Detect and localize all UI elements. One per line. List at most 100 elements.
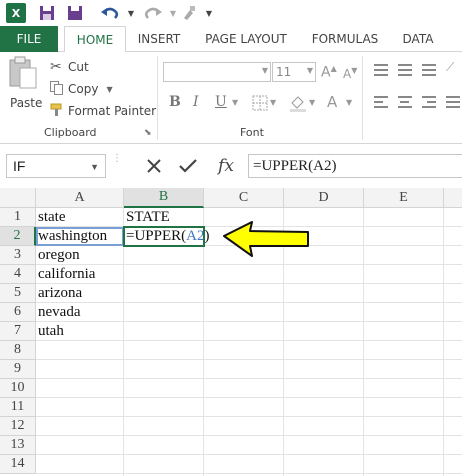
name-box[interactable]: IF ▼	[6, 154, 106, 178]
align-center-icon[interactable]	[398, 96, 412, 111]
select-all-button[interactable]	[0, 188, 36, 208]
formula-input[interactable]: =UPPER(A2)	[248, 154, 462, 178]
cell-a1[interactable]: state	[36, 208, 124, 227]
fill-color-icon[interactable]	[289, 94, 307, 116]
cancel-icon[interactable]	[142, 154, 166, 178]
cell-b1[interactable]: STATE	[124, 208, 204, 227]
borders-dropdown-icon[interactable]: ▼	[270, 98, 276, 107]
chevron-down-icon: ▼	[306, 66, 313, 75]
decrease-indent-icon[interactable]	[446, 96, 460, 111]
column-header-e[interactable]: E	[364, 188, 444, 208]
cell-a2[interactable]: washington	[36, 227, 124, 246]
decrease-font-icon[interactable]: A▼	[343, 66, 357, 81]
row-header-14[interactable]: 14	[0, 455, 36, 474]
font-size-dropdown[interactable]: 11 ▼	[272, 62, 316, 82]
formula-bar: IF ▼ ⋮ fx =UPPER(A2)	[0, 150, 462, 182]
group-divider	[362, 56, 363, 140]
paste-label: Paste	[10, 96, 43, 110]
format-painter-label: Format Painter	[68, 104, 157, 118]
font-name-dropdown[interactable]: ▼	[163, 62, 271, 82]
cell-b2-formula-reference: A2	[186, 228, 205, 244]
font-color-dropdown-icon[interactable]: ▼	[346, 98, 352, 107]
touch-mode-icon[interactable]	[178, 3, 200, 23]
copy-dropdown-icon[interactable]: ▼	[106, 85, 112, 94]
worksheet-grid: A B C D E 1 2 3 4 5 6 7 8 9 10 11 12 13 …	[0, 188, 462, 476]
row-header-7[interactable]: 7	[0, 322, 36, 341]
ribbon-home: Paste ✂ Cut Copy ▼ Format Painter Clipbo…	[0, 52, 462, 144]
row-header-13[interactable]: 13	[0, 436, 36, 455]
enter-check-icon[interactable]	[176, 154, 200, 178]
undo-icon[interactable]	[96, 3, 124, 23]
row-header-3[interactable]: 3	[0, 246, 36, 265]
italic-icon[interactable]: I	[193, 94, 199, 110]
tab-file[interactable]: FILE	[0, 26, 58, 52]
redo-icon[interactable]	[140, 3, 166, 23]
scissors-icon: ✂	[50, 59, 62, 75]
paste-button[interactable]: Paste	[8, 56, 42, 112]
middle-align-icon[interactable]	[398, 64, 412, 79]
excel-logo-icon: X	[6, 3, 26, 23]
clipboard-group-label: Clipboard	[44, 126, 97, 139]
row-header-4[interactable]: 4	[0, 265, 36, 284]
cell-a3[interactable]: oregon	[36, 246, 124, 265]
insert-function-icon[interactable]: fx	[212, 154, 240, 178]
column-header-a[interactable]: A	[36, 188, 124, 208]
undo-dropdown-icon[interactable]: ▼	[126, 3, 136, 23]
tab-formulas[interactable]: FORMULAS	[305, 26, 385, 52]
cell-b2-formula-prefix: =UPPER(	[126, 228, 187, 244]
cut-label: Cut	[68, 60, 89, 74]
paintbrush-icon	[50, 103, 68, 120]
cut-button[interactable]: ✂ Cut	[50, 57, 89, 77]
fill-color-dropdown-icon[interactable]: ▼	[309, 98, 315, 107]
font-size-value: 11	[276, 65, 292, 79]
annotation-arrow-icon	[223, 221, 309, 257]
tab-page-layout[interactable]: PAGE LAYOUT	[200, 26, 292, 52]
cell-a5[interactable]: arizona	[36, 284, 124, 303]
increase-font-icon[interactable]: A▲	[321, 64, 337, 81]
font-color-icon[interactable]: A	[327, 93, 337, 111]
row-header-8[interactable]: 8	[0, 341, 36, 360]
row-header-1[interactable]: 1	[0, 208, 36, 227]
orientation-icon[interactable]: ⟋	[446, 60, 454, 75]
column-header-c[interactable]: C	[204, 188, 284, 208]
tab-insert[interactable]: INSERT	[134, 26, 184, 52]
redo-dropdown-icon[interactable]: ▼	[168, 3, 178, 23]
row-header-2[interactable]: 2	[0, 227, 36, 246]
tab-home[interactable]: HOME	[64, 26, 126, 53]
clipboard-launcher-icon[interactable]: ⬊	[144, 128, 152, 138]
cell-a4[interactable]: california	[36, 265, 124, 284]
cell-b2[interactable]: =UPPER(A2)	[123, 226, 209, 247]
chevron-down-icon: ▼	[261, 66, 268, 75]
row-header-6[interactable]: 6	[0, 303, 36, 322]
copy-label: Copy	[68, 82, 99, 96]
borders-icon[interactable]	[252, 95, 268, 115]
format-painter-button[interactable]: Format Painter	[50, 101, 156, 121]
customize-toolbar-icon[interactable]: ▼	[204, 3, 214, 23]
underline-dropdown-icon[interactable]: ▼	[232, 98, 238, 107]
underline-icon[interactable]: U	[215, 94, 227, 110]
row-header-10[interactable]: 10	[0, 379, 36, 398]
row-header-11[interactable]: 11	[0, 398, 36, 417]
save-as-icon[interactable]	[64, 3, 86, 23]
ribbon-tabs: FILE HOME INSERT PAGE LAYOUT FORMULAS DA…	[0, 26, 462, 53]
bottom-align-icon[interactable]	[422, 64, 436, 79]
bold-icon[interactable]: B	[169, 94, 181, 110]
row-header-12[interactable]: 12	[0, 417, 36, 436]
align-right-icon[interactable]	[422, 96, 436, 111]
copy-button[interactable]: Copy ▼	[50, 79, 113, 99]
formula-bar-grip-icon: ⋮	[112, 153, 122, 164]
save-icon[interactable]	[36, 3, 58, 23]
row-header-9[interactable]: 9	[0, 360, 36, 379]
cell-b2-formula-suffix: )	[204, 228, 210, 244]
column-header-b[interactable]: B	[124, 188, 204, 208]
column-header-partial[interactable]	[444, 188, 462, 208]
tab-data[interactable]: DATA	[397, 26, 439, 52]
cell-a7[interactable]: utah	[36, 322, 124, 341]
column-header-d[interactable]: D	[284, 188, 364, 208]
cell-a6[interactable]: nevada	[36, 303, 124, 322]
paste-icon	[9, 56, 37, 89]
row-header-5[interactable]: 5	[0, 284, 36, 303]
top-align-icon[interactable]	[374, 64, 388, 79]
chevron-down-icon: ▼	[90, 162, 99, 172]
align-left-icon[interactable]	[374, 96, 388, 111]
